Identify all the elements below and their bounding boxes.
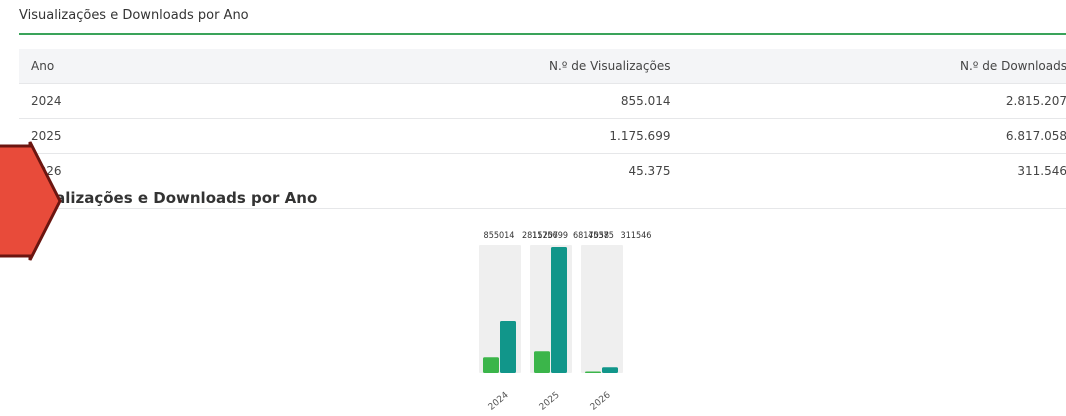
data-label: 311546 [621, 231, 652, 241]
cell-year: 2025 [19, 118, 406, 154]
cell-views: 855.014 [405, 83, 683, 119]
chart-divider [0, 208, 1066, 209]
header-ano[interactable]: Ano [19, 49, 406, 84]
header-downloads[interactable]: N.º de Downloads [682, 49, 1066, 84]
table-header-row: Ano N.º de Visualizações N.º de Download… [19, 49, 1066, 84]
cell-year: 2026 [19, 153, 406, 188]
cell-downloads: 2.815.207 [682, 83, 1066, 119]
views-downloads-chart: 2024 2025 2026855014 28152071175699 68170584… [479, 231, 652, 413]
table-row: 2024 855.014 2.815.207 [19, 83, 1066, 119]
x-tick-label: 2026 [589, 390, 613, 413]
bar-views [585, 371, 601, 373]
bar-downloads [500, 320, 516, 373]
table-row: 2026 45.375 311.546 [19, 153, 1066, 188]
cell-downloads: 6.817.058 [682, 118, 1066, 154]
x-tick-label: 2024 [487, 390, 511, 413]
data-label: 1175699 [532, 231, 568, 241]
data-label: 45375 [588, 231, 614, 241]
bar-group-background [581, 245, 623, 373]
stats-table: Ano N.º de Visualizações N.º de Download… [19, 49, 1066, 188]
bar-downloads [551, 247, 567, 373]
cell-year: 2024 [19, 83, 406, 119]
table-row: 2025 1.175.699 6.817.058 [19, 118, 1066, 154]
cell-views: 45.375 [405, 153, 683, 188]
bar-downloads [602, 367, 618, 373]
cell-views: 1.175.699 [405, 118, 683, 154]
section-title: Visualizações e Downloads por Ano [19, 8, 249, 23]
bar-views [483, 357, 499, 373]
header-visualizacoes[interactable]: N.º de Visualizações [405, 49, 683, 84]
title-divider [19, 33, 1066, 35]
cell-downloads: 311.546 [682, 153, 1066, 188]
data-label: 855014 [484, 231, 515, 241]
x-tick-label: 2025 [538, 390, 562, 412]
bar-views [534, 351, 550, 373]
